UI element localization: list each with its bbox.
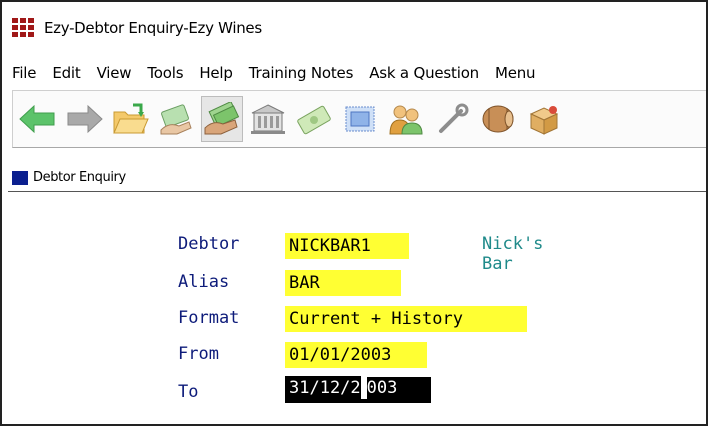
people-button[interactable]: [385, 96, 427, 142]
debtor-field[interactable]: NICKBAR1: [285, 233, 409, 259]
people-icon: [389, 105, 423, 135]
app-icon: [12, 18, 34, 38]
format-label: Format: [178, 308, 240, 328]
panel-title: Debtor Enquiry: [33, 170, 126, 185]
payment-icon: [160, 104, 192, 135]
text-cursor: [360, 377, 367, 399]
menu-view[interactable]: View: [97, 64, 132, 82]
forward-arrow-icon: [67, 104, 103, 134]
toolbar: [12, 90, 706, 148]
stamp-icon: [345, 106, 375, 132]
to-field[interactable]: 31/12/2 003: [285, 376, 431, 403]
box-button[interactable]: [523, 96, 565, 142]
menu-menu[interactable]: Menu: [495, 64, 536, 82]
debtor-enquiry-button[interactable]: [201, 96, 243, 142]
menu-help[interactable]: Help: [199, 64, 233, 82]
from-field[interactable]: 01/01/2003: [285, 342, 427, 368]
wrench-icon: [439, 103, 469, 133]
bank-icon: [251, 104, 285, 134]
format-field[interactable]: Current + History: [285, 306, 527, 332]
menu-tools[interactable]: Tools: [147, 64, 183, 82]
open-button[interactable]: [109, 96, 151, 142]
bank-button[interactable]: [247, 96, 289, 142]
menu-file[interactable]: File: [12, 64, 37, 82]
money-hand-icon: [204, 102, 240, 135]
debtor-name: Nick's Bar: [482, 234, 544, 274]
payment-button[interactable]: [155, 96, 197, 142]
alias-field[interactable]: BAR: [285, 270, 401, 296]
debtor-label: Debtor: [178, 234, 240, 254]
banknote-button[interactable]: [293, 96, 335, 142]
menu-training-notes[interactable]: Training Notes: [249, 64, 354, 82]
window-title: Ezy-Debtor Enquiry-Ezy Wines: [44, 19, 262, 37]
back-button[interactable]: [17, 96, 59, 142]
to-field-remaining-text: 003: [366, 378, 398, 398]
menu-edit[interactable]: Edit: [52, 64, 80, 82]
forward-button[interactable]: [63, 96, 105, 142]
menu-ask-a-question[interactable]: Ask a Question: [369, 64, 479, 82]
box-icon: [529, 106, 559, 135]
title-bar: Ezy-Debtor Enquiry-Ezy Wines: [2, 2, 706, 54]
barrel-button[interactable]: [477, 96, 519, 142]
app-window: Ezy-Debtor Enquiry-Ezy Wines File Edit V…: [0, 0, 708, 426]
stamp-button[interactable]: [339, 96, 381, 142]
tools-button[interactable]: [431, 96, 473, 142]
barrel-icon: [482, 105, 514, 133]
back-arrow-icon: [19, 104, 55, 134]
open-folder-icon: [113, 103, 149, 134]
to-field-selected-text: 31/12/2: [285, 376, 361, 400]
menu-bar: File Edit View Tools Help Training Notes…: [2, 58, 706, 88]
to-label: To: [178, 382, 199, 402]
from-label: From: [178, 344, 219, 364]
panel-icon: [12, 170, 28, 185]
panel-header: Debtor Enquiry: [8, 164, 706, 192]
alias-label: Alias: [178, 272, 230, 292]
banknote-icon: [297, 105, 331, 135]
